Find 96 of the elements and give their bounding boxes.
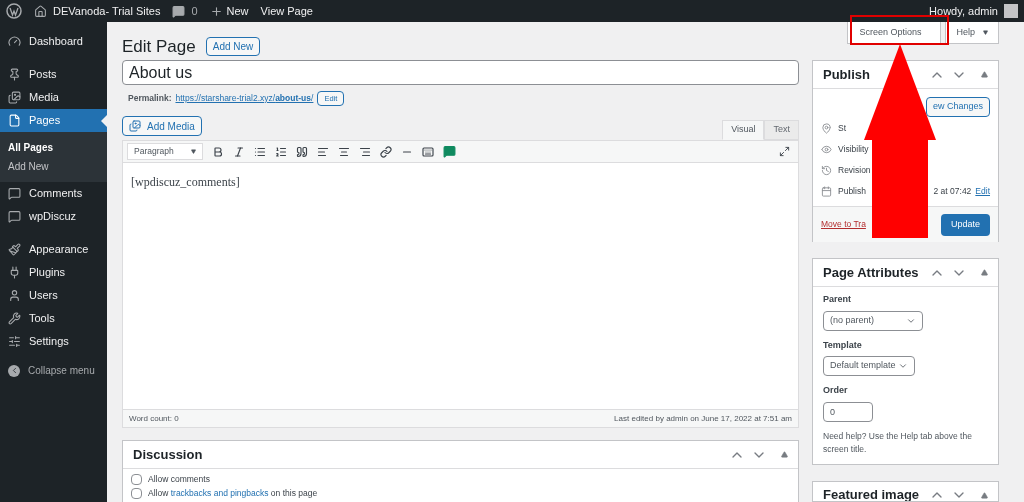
numbered-list-icon[interactable] (275, 145, 287, 158)
wrench-icon (8, 312, 21, 325)
template-select[interactable]: Default template (823, 356, 915, 376)
box-title: Page Attributes (823, 263, 919, 282)
editor-tab[interactable]: Visual (722, 120, 765, 140)
chevron-down-icon (898, 361, 908, 371)
plus-icon[interactable] (209, 4, 223, 18)
format-select[interactable]: Paragraph (127, 143, 203, 160)
sidebar-item[interactable]: Dashboard (0, 30, 107, 53)
last-edited: Last edited by admin on June 17, 2022 at 7:51 am (614, 412, 792, 425)
align-center-icon[interactable] (338, 145, 350, 158)
help-text: Need help? Use the Help tab above the screen title. (823, 429, 973, 456)
screen-options-button[interactable]: Screen Options (847, 22, 942, 44)
site-link[interactable]: DEVanoda- Trial Sites (53, 2, 161, 20)
checkbox-label[interactable]: Allow trackbacks and pingbacks on this page (148, 487, 318, 499)
order-label: Order (823, 384, 849, 397)
order-field[interactable]: 0 (823, 401, 873, 422)
trash-link[interactable]: Move to Tra (821, 218, 866, 231)
collapse-menu-link[interactable]: Collapse menu (28, 363, 95, 378)
align-left-icon[interactable] (317, 145, 329, 158)
eye-icon (821, 144, 832, 155)
collapse-icon[interactable] (981, 491, 988, 499)
sidebar-item[interactable]: Media (0, 86, 107, 109)
box-title: Featured image (823, 486, 920, 501)
add-new-button[interactable]: Add New (205, 37, 261, 57)
submenu-item[interactable]: All Pages (0, 138, 107, 157)
media-icon (129, 120, 141, 132)
published-date: 2 at 07:42 (933, 185, 972, 198)
view-page-link[interactable]: View Page (260, 2, 313, 20)
dropdown-arrow-icon (983, 30, 988, 35)
collapse-icon[interactable] (781, 451, 788, 458)
sidebar-item[interactable]: Posts (0, 63, 107, 86)
preview-changes-button[interactable]: ew Changes (925, 97, 990, 117)
status-label: St (838, 122, 847, 135)
add-media-button[interactable]: Add Media (122, 116, 202, 136)
sidebar-item[interactable]: Users (0, 284, 107, 307)
collapse-icon[interactable] (981, 269, 988, 276)
word-count: Word count: 0 (129, 412, 179, 425)
sidebar-item[interactable]: wpDiscuz (0, 205, 107, 228)
align-right-icon[interactable] (359, 145, 371, 158)
permalink-label: Permalink: (128, 92, 172, 105)
revisions-label: Revision (838, 164, 871, 177)
sliders-icon (8, 335, 21, 348)
speech-bubble-icon (8, 210, 21, 223)
checkbox[interactable] (131, 487, 142, 499)
clock-icon (821, 165, 832, 176)
plug-icon (8, 266, 21, 279)
sidebar-item[interactable]: Settings (0, 330, 107, 353)
calendar-icon (821, 186, 832, 197)
box-title: Discussion (133, 445, 203, 464)
bullet-list-icon[interactable] (254, 145, 266, 158)
brush-icon (8, 243, 21, 256)
editor-content: [wpdiscuz_comments] (131, 175, 240, 189)
gauge-icon (8, 35, 21, 48)
comment-count[interactable]: 0 (191, 2, 198, 20)
pin-icon (8, 68, 21, 81)
collapse-icon[interactable] (981, 71, 988, 78)
bold-icon[interactable] (212, 145, 224, 158)
help-button[interactable]: Help (945, 22, 999, 44)
dropdown-arrow-icon (191, 149, 196, 154)
new-link[interactable]: New (226, 2, 249, 20)
update-button[interactable]: Update (940, 213, 990, 236)
sidebar-item[interactable]: Tools (0, 307, 107, 330)
edit-date-link[interactable]: Edit (975, 185, 990, 198)
sidebar-item[interactable]: Plugins (0, 261, 107, 284)
fullscreen-icon[interactable] (779, 146, 790, 157)
template-label: Template (823, 338, 863, 352)
home-icon[interactable] (34, 4, 47, 18)
quote-icon[interactable] (296, 145, 308, 158)
title-field[interactable]: About us (122, 60, 799, 85)
permalink-link[interactable]: https://starshare-trial2.xyz/about-us/ (175, 92, 314, 105)
sidebar-item[interactable]: Pages (0, 109, 107, 132)
wordpress-logo-icon[interactable] (6, 3, 22, 19)
keyboard-icon[interactable] (422, 145, 434, 158)
sidebar-item[interactable]: Comments (0, 182, 107, 205)
parent-select[interactable]: (no parent) (823, 310, 923, 331)
parent-label: Parent (823, 293, 852, 306)
page-heading: Edit Page (122, 36, 196, 58)
editor-tab[interactable]: Text (764, 120, 799, 140)
pin-icon (821, 123, 832, 134)
images-icon (8, 91, 21, 104)
submenu-item[interactable]: Add New (0, 157, 107, 176)
speech-bubble-icon (8, 187, 21, 200)
visibility-label: Visibility (838, 143, 869, 156)
box-title: Publish (823, 65, 870, 84)
sidebar-item[interactable]: Appearance (0, 238, 107, 261)
comment-icon[interactable] (172, 4, 186, 18)
link-icon[interactable] (380, 145, 392, 158)
published-label: Publish (838, 185, 866, 198)
comment-shortcode-icon[interactable] (443, 145, 456, 158)
italic-icon[interactable] (233, 145, 245, 158)
pages-icon (8, 114, 21, 127)
user-icon (8, 289, 21, 302)
checkbox-label[interactable]: Allow comments (148, 473, 210, 485)
checkbox[interactable] (131, 473, 142, 485)
howdy-link[interactable]: Howdy, admin (929, 2, 998, 20)
